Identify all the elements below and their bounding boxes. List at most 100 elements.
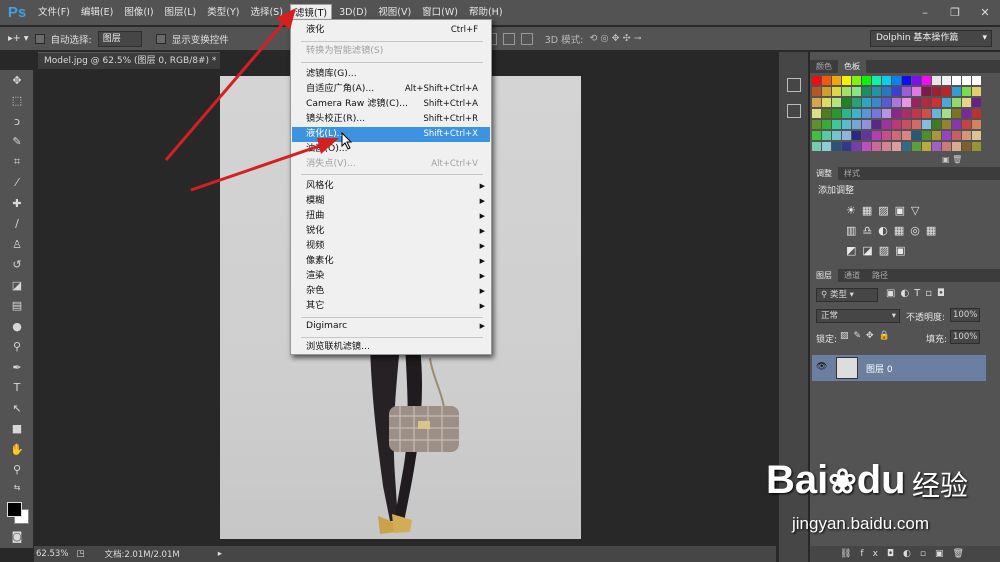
swatch[interactable] <box>822 76 831 85</box>
swatch[interactable] <box>892 76 901 85</box>
swatch[interactable] <box>932 131 941 140</box>
stamp-icon[interactable]: ♙ <box>0 234 34 255</box>
auto-select-dropdown[interactable]: 图层 <box>97 30 142 47</box>
swatch[interactable] <box>812 109 821 118</box>
lasso-icon[interactable]: ↄ <box>0 111 34 132</box>
auto-select-checkbox[interactable] <box>34 33 45 44</box>
swatch[interactable] <box>892 98 901 107</box>
swatch[interactable] <box>962 76 971 85</box>
swatch[interactable] <box>832 87 841 96</box>
swatch[interactable] <box>872 142 881 151</box>
swatch[interactable] <box>882 120 891 129</box>
swatch[interactable] <box>952 131 961 140</box>
swatch[interactable] <box>902 109 911 118</box>
move-icon[interactable]: ✥ <box>0 70 34 91</box>
lock-icons[interactable]: ▨✎✥🔒 <box>840 331 895 341</box>
swatch[interactable] <box>872 98 881 107</box>
path-select-icon[interactable]: ↖ <box>0 398 34 419</box>
swatch[interactable] <box>882 98 891 107</box>
swatch[interactable] <box>922 142 931 151</box>
swatch[interactable] <box>822 142 831 151</box>
swatch[interactable] <box>842 76 851 85</box>
swatch[interactable] <box>842 142 851 151</box>
swatch[interactable] <box>812 120 821 129</box>
swatch[interactable] <box>832 142 841 151</box>
swatch[interactable] <box>812 142 821 151</box>
layer-actions-bar[interactable]: ⛓fx◘◐▫▣🗑 <box>810 546 1000 562</box>
tab-adjustments[interactable]: 调整 <box>810 167 838 180</box>
swatch[interactable] <box>922 76 931 85</box>
swatch[interactable] <box>872 120 881 129</box>
history-brush-icon[interactable]: ↺ <box>0 255 34 276</box>
swatch[interactable] <box>852 131 861 140</box>
shape-icon[interactable]: ■ <box>0 419 34 440</box>
swatch[interactable] <box>932 109 941 118</box>
swatch[interactable] <box>822 87 831 96</box>
swatch[interactable] <box>942 109 951 118</box>
swatch[interactable] <box>882 131 891 140</box>
eraser-icon[interactable]: ◪ <box>0 275 34 296</box>
swatch[interactable] <box>952 120 961 129</box>
tab-channels[interactable]: 通道 <box>838 269 866 282</box>
swatch[interactable] <box>932 120 941 129</box>
swatch[interactable] <box>822 98 831 107</box>
move-tool-icon[interactable]: ▸+ ▾ <box>8 33 29 44</box>
swatch[interactable] <box>912 109 921 118</box>
restore-icon[interactable]: ❐ <box>948 6 962 20</box>
swatch[interactable] <box>872 131 881 140</box>
swatch[interactable] <box>822 109 831 118</box>
adjustment-icons[interactable]: ☀▦▨▣▽ ▥♎◐▦◎▦ ◩◪▨▣ <box>810 199 1000 261</box>
swatch[interactable] <box>852 142 861 151</box>
menu-browse-filters-online[interactable]: 浏览联机滤镜... <box>292 340 490 355</box>
swatch[interactable] <box>892 120 901 129</box>
swatch[interactable] <box>962 120 971 129</box>
swatch[interactable] <box>942 142 951 151</box>
swatch[interactable] <box>912 120 921 129</box>
swatch[interactable] <box>852 120 861 129</box>
swatch[interactable] <box>952 76 961 85</box>
swatch[interactable] <box>912 98 921 107</box>
minimize-icon[interactable]: – <box>918 6 932 20</box>
swatch[interactable] <box>852 98 861 107</box>
swatch[interactable] <box>972 87 981 96</box>
status-menu-arrow-icon[interactable]: ▸ <box>218 549 222 559</box>
swatch[interactable] <box>842 98 851 107</box>
type-icon[interactable]: T <box>0 378 34 399</box>
eyedropper-icon[interactable]: ⁄ <box>0 173 34 194</box>
orbit-3d-icon[interactable]: ⟲ ◎ ✥ ✣ ⊸ <box>589 33 641 44</box>
swatch[interactable] <box>902 87 911 96</box>
swatch[interactable] <box>952 142 961 151</box>
brush-icon[interactable]: ∕ <box>0 214 34 235</box>
swatches-grid[interactable] <box>810 74 982 154</box>
swatch[interactable] <box>952 109 961 118</box>
swatch[interactable] <box>812 131 821 140</box>
blur-icon[interactable]: ● <box>0 316 34 337</box>
hand-icon[interactable]: ✋ <box>0 439 34 460</box>
align-vcenter-icon[interactable] <box>502 32 515 45</box>
menu-lens-correction[interactable]: 镜头校正(R)... Shift+Ctrl+R <box>292 112 490 127</box>
swatch[interactable] <box>862 76 871 85</box>
swatch[interactable] <box>812 98 821 107</box>
swatch[interactable] <box>912 142 921 151</box>
menu-other[interactable]: 其它 ▶ <box>292 299 490 314</box>
swatch[interactable] <box>962 109 971 118</box>
swatch[interactable] <box>942 87 951 96</box>
crop-icon[interactable]: ⌗ <box>0 152 34 173</box>
swatch[interactable] <box>832 120 841 129</box>
swatch[interactable] <box>852 109 861 118</box>
menu-distort[interactable]: 扭曲 ▶ <box>292 209 490 224</box>
swatch[interactable] <box>862 98 871 107</box>
swatch[interactable] <box>962 131 971 140</box>
swatch[interactable] <box>952 87 961 96</box>
dodge-icon[interactable]: ⚲ <box>0 337 34 358</box>
close-icon[interactable]: ✕ <box>978 6 992 20</box>
swatch[interactable] <box>972 131 981 140</box>
swatch[interactable] <box>902 120 911 129</box>
quick-mask-icon[interactable]: ◙ <box>0 526 34 547</box>
menu-file[interactable]: 文件(F) <box>34 4 74 22</box>
pen-icon[interactable]: ✒ <box>0 357 34 378</box>
distribute-icon[interactable] <box>520 32 533 45</box>
swatch[interactable] <box>882 109 891 118</box>
layer-kind-filter[interactable]: ⚲ 类型 ▾ <box>816 288 878 302</box>
swatch[interactable] <box>892 87 901 96</box>
